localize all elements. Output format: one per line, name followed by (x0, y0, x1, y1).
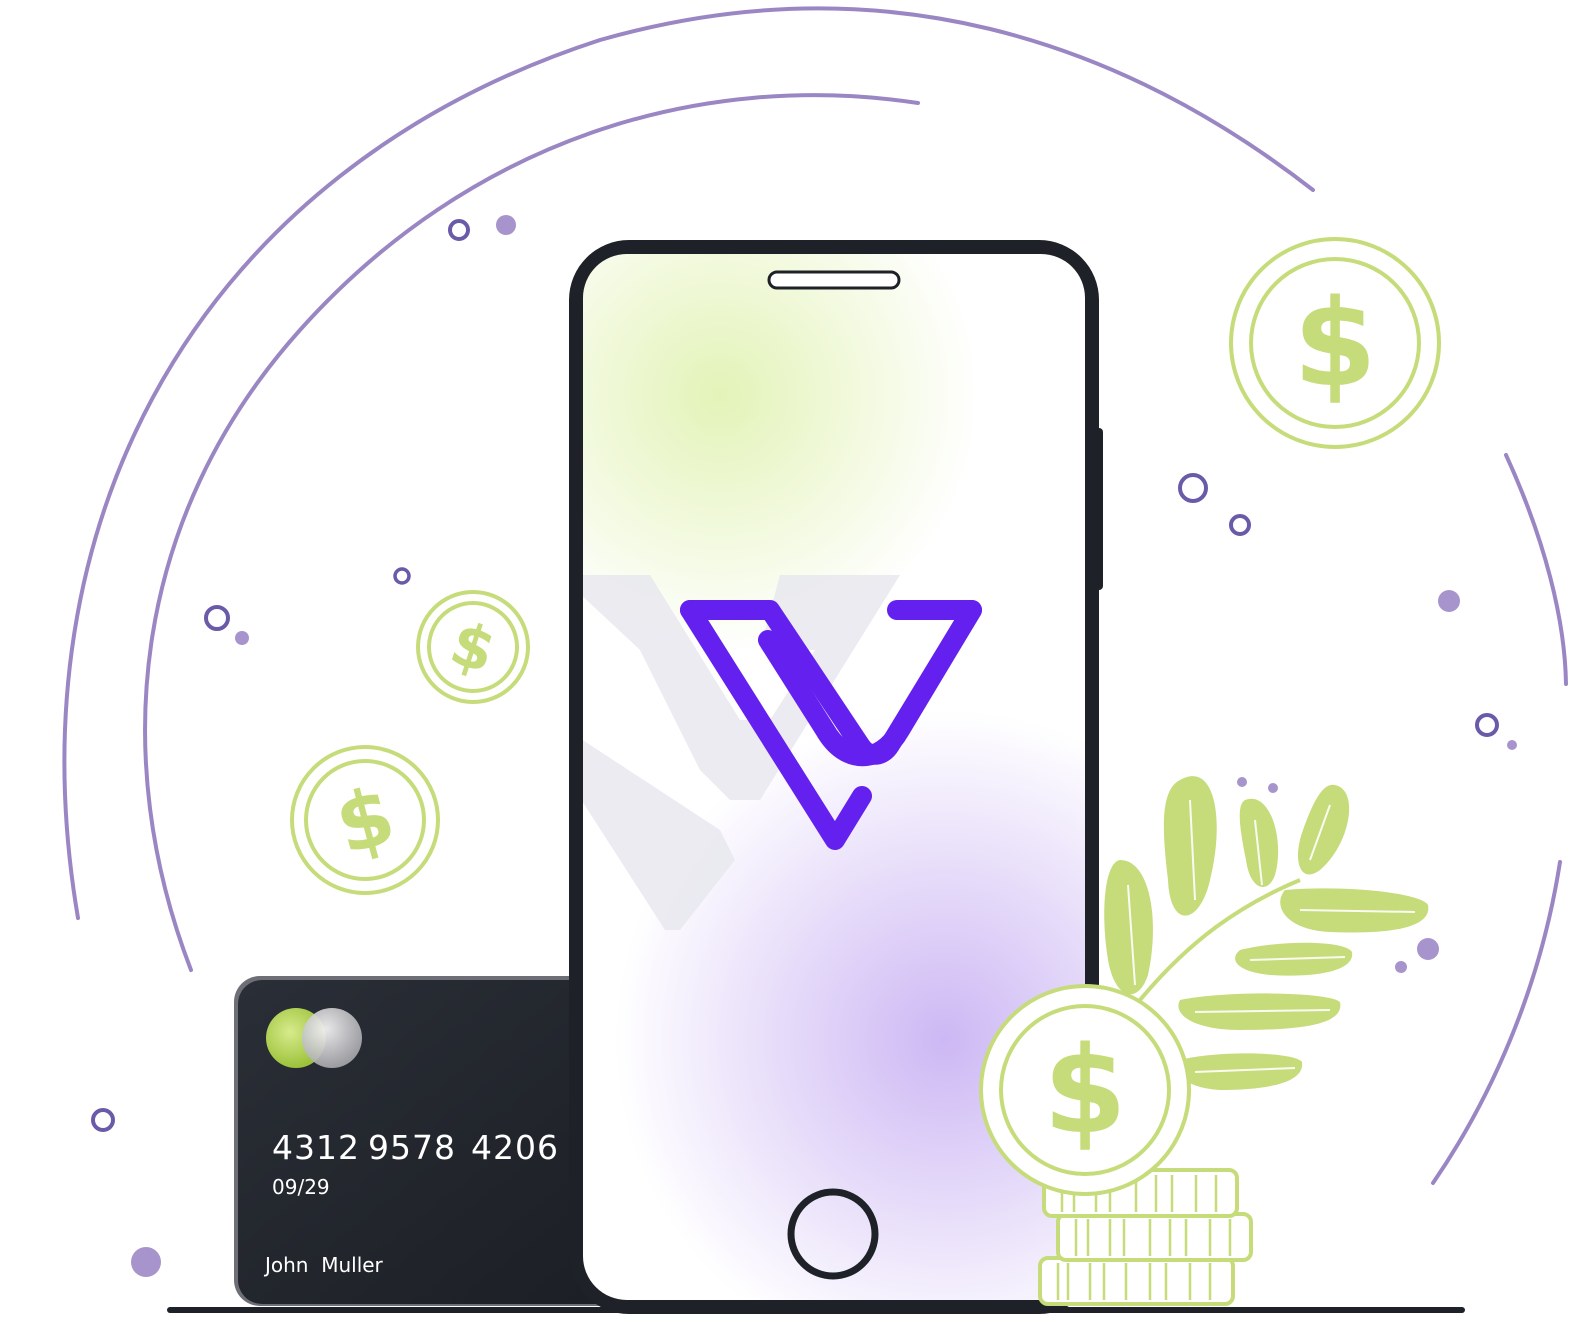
plant-stem (1138, 878, 1301, 1002)
dot-ring (393, 567, 411, 585)
card-holder-name: John Muller (263, 1253, 384, 1277)
card-number-group-1: 4312 (272, 1128, 360, 1167)
leaf (1239, 798, 1279, 887)
illustration-canvas: $ $ $ 4312 9578 4206 09/29 John Muller $ (62, 6, 1568, 1314)
dot-filled (1237, 777, 1247, 787)
coin-dollar-label: $ (1043, 1022, 1127, 1161)
coin-large-on-stack: $ (979, 984, 1191, 1196)
card-network-circles-icon (266, 1008, 362, 1068)
dot-ring (1229, 514, 1251, 536)
card-expiry: 09/29 (272, 1175, 330, 1199)
coin-dollar-label: $ (1293, 275, 1377, 414)
dot-filled (496, 215, 516, 235)
right-arc-upper (1504, 453, 1568, 686)
coin-medium: $ (290, 745, 440, 895)
dot-filled (131, 1247, 161, 1277)
card-number-group-3: 4206 (471, 1128, 559, 1167)
dot-filled (1268, 783, 1278, 793)
leaf (1298, 784, 1350, 875)
leaf (1163, 776, 1217, 916)
dot-ring (204, 605, 230, 631)
coin-large-top-right: $ (1229, 237, 1441, 449)
dot-filled (1438, 590, 1460, 612)
dot-filled (1395, 961, 1407, 973)
dot-filled (1507, 740, 1517, 750)
dot-filled (1417, 938, 1439, 960)
card-number: 4312 9578 4206 (272, 1128, 559, 1167)
card-number-group-2: 9578 (368, 1128, 456, 1167)
dot-ring (91, 1108, 115, 1132)
coin-small: $ (416, 590, 530, 704)
right-arc-lower (1431, 860, 1562, 1185)
dot-ring (448, 219, 470, 241)
speaker-grille-icon (767, 270, 901, 290)
dot-ring (1178, 473, 1208, 503)
dot-filled (235, 631, 249, 645)
leaf (1104, 860, 1153, 995)
dot-ring (1475, 713, 1499, 737)
